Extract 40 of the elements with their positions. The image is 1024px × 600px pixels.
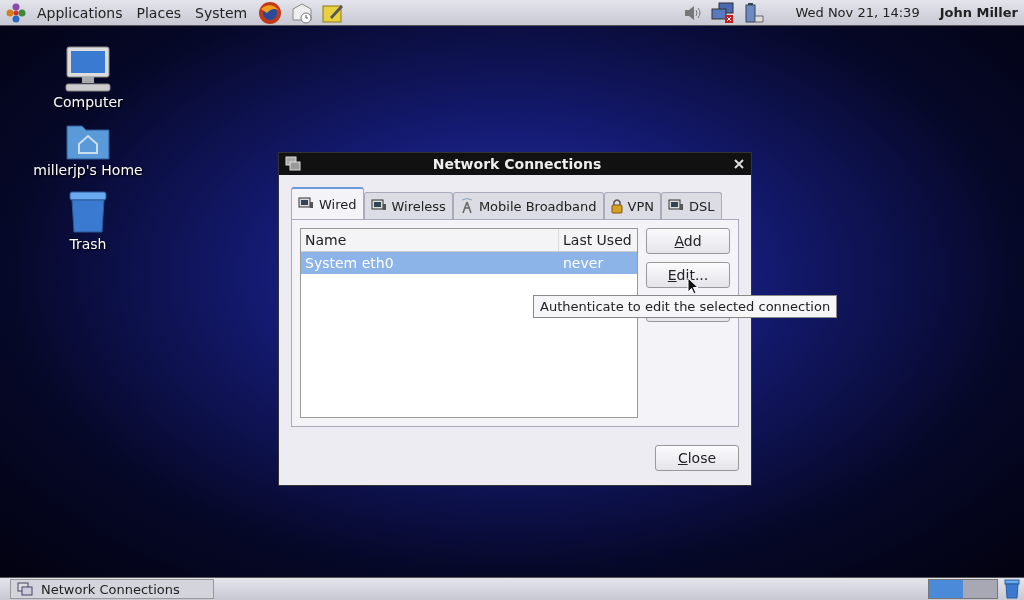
browser-globe-icon[interactable] [258, 0, 283, 25]
tab[interactable]: Wireless [363, 192, 453, 219]
panel-menu[interactable]: Applications [34, 4, 126, 21]
network-icon [668, 199, 684, 213]
tab[interactable]: Mobile Broadband [452, 192, 604, 219]
column-header[interactable]: Last Used [558, 229, 637, 251]
table-cell-text: never [562, 254, 605, 273]
battery-plug-icon[interactable] [743, 1, 766, 24]
network-icon [370, 199, 387, 213]
network-icon [298, 197, 314, 211]
flower-logo-icon[interactable] [6, 2, 26, 23]
trash-icon[interactable] [1004, 579, 1020, 599]
table-cell-text: System eth0 [304, 254, 395, 273]
home-folder-icon[interactable] [66, 122, 110, 160]
close-button[interactable]: Close [655, 445, 739, 471]
network-icon [285, 156, 301, 172]
computer-icon[interactable] [64, 46, 112, 92]
tab[interactable]: DSL [661, 192, 722, 219]
clock[interactable]: Wed Nov 21, 14:39 [795, 5, 920, 20]
column-header[interactable]: Name [301, 229, 558, 251]
lock-icon [610, 198, 623, 214]
desktop-icon-label[interactable]: Trash [69, 236, 107, 252]
tab[interactable]: Wired [291, 187, 364, 219]
panel-menu[interactable]: System [192, 4, 251, 21]
button[interactable]: Edit... [646, 262, 730, 288]
desktop-icon-label[interactable]: Computer [53, 94, 123, 110]
network-icon [17, 582, 33, 596]
desktop-icon-label[interactable]: millerjp's Home [33, 162, 143, 178]
window-title: Network Connections [431, 156, 603, 172]
workspace-switcher-item[interactable] [963, 580, 997, 598]
button[interactable]: Add [646, 228, 730, 254]
taskbar-button[interactable]: Network Connections [10, 579, 214, 599]
panel-menu[interactable]: Places [133, 4, 185, 21]
trash-icon[interactable] [66, 190, 110, 234]
workspace-switcher-item[interactable] [929, 580, 963, 598]
tab[interactable]: VPN [603, 192, 661, 219]
user-name[interactable]: John Miller [939, 5, 1018, 20]
tooltip: Authenticate to edit the selected connection [533, 295, 838, 318]
network-disconnected-icon[interactable] [711, 1, 736, 24]
close-icon[interactable] [733, 158, 745, 170]
